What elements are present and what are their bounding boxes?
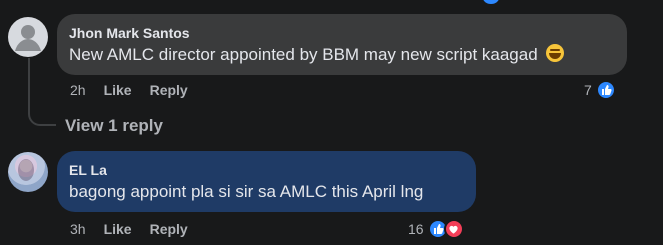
comment-bubble-2: EL La bagong appoint pla si sir sa AMLC … bbox=[57, 151, 476, 212]
comment-actions-1: 2h Like Reply bbox=[70, 82, 206, 98]
comment-timestamp[interactable]: 3h bbox=[70, 221, 86, 237]
comment-author[interactable]: Jhon Mark Santos bbox=[69, 24, 615, 42]
comment-text: bagong appoint pla si sir sa AMLC this A… bbox=[69, 182, 424, 201]
comment-author[interactable]: EL La bbox=[69, 161, 464, 179]
partial-reaction-icon bbox=[483, 0, 499, 4]
like-button[interactable]: Like bbox=[104, 82, 132, 98]
reply-button[interactable]: Reply bbox=[150, 82, 188, 98]
reply-button[interactable]: Reply bbox=[150, 221, 188, 237]
thread-connector bbox=[28, 100, 56, 126]
comment-actions-2: 3h Like Reply bbox=[70, 221, 206, 237]
comment-bubble-1: Jhon Mark Santos New AMLC director appoi… bbox=[57, 14, 627, 75]
reaction-summary-1[interactable]: 7 bbox=[584, 80, 616, 100]
reaction-count: 16 bbox=[408, 221, 424, 237]
grinning-sweat-emoji-icon bbox=[546, 44, 565, 62]
like-button[interactable]: Like bbox=[104, 221, 132, 237]
comment-timestamp[interactable]: 2h bbox=[70, 82, 86, 98]
reaction-count: 7 bbox=[584, 82, 592, 98]
avatar-el-la[interactable] bbox=[8, 152, 48, 192]
comment-text: New AMLC director appointed by BBM may n… bbox=[69, 45, 538, 64]
like-reaction-icon bbox=[595, 80, 616, 100]
reaction-summary-2[interactable]: 16 bbox=[408, 219, 464, 239]
heart-reaction-icon bbox=[443, 219, 464, 239]
default-avatar-icon bbox=[15, 25, 41, 51]
view-replies-button[interactable]: View 1 reply bbox=[65, 116, 163, 136]
avatar-jhon-mark-santos[interactable] bbox=[8, 17, 48, 57]
